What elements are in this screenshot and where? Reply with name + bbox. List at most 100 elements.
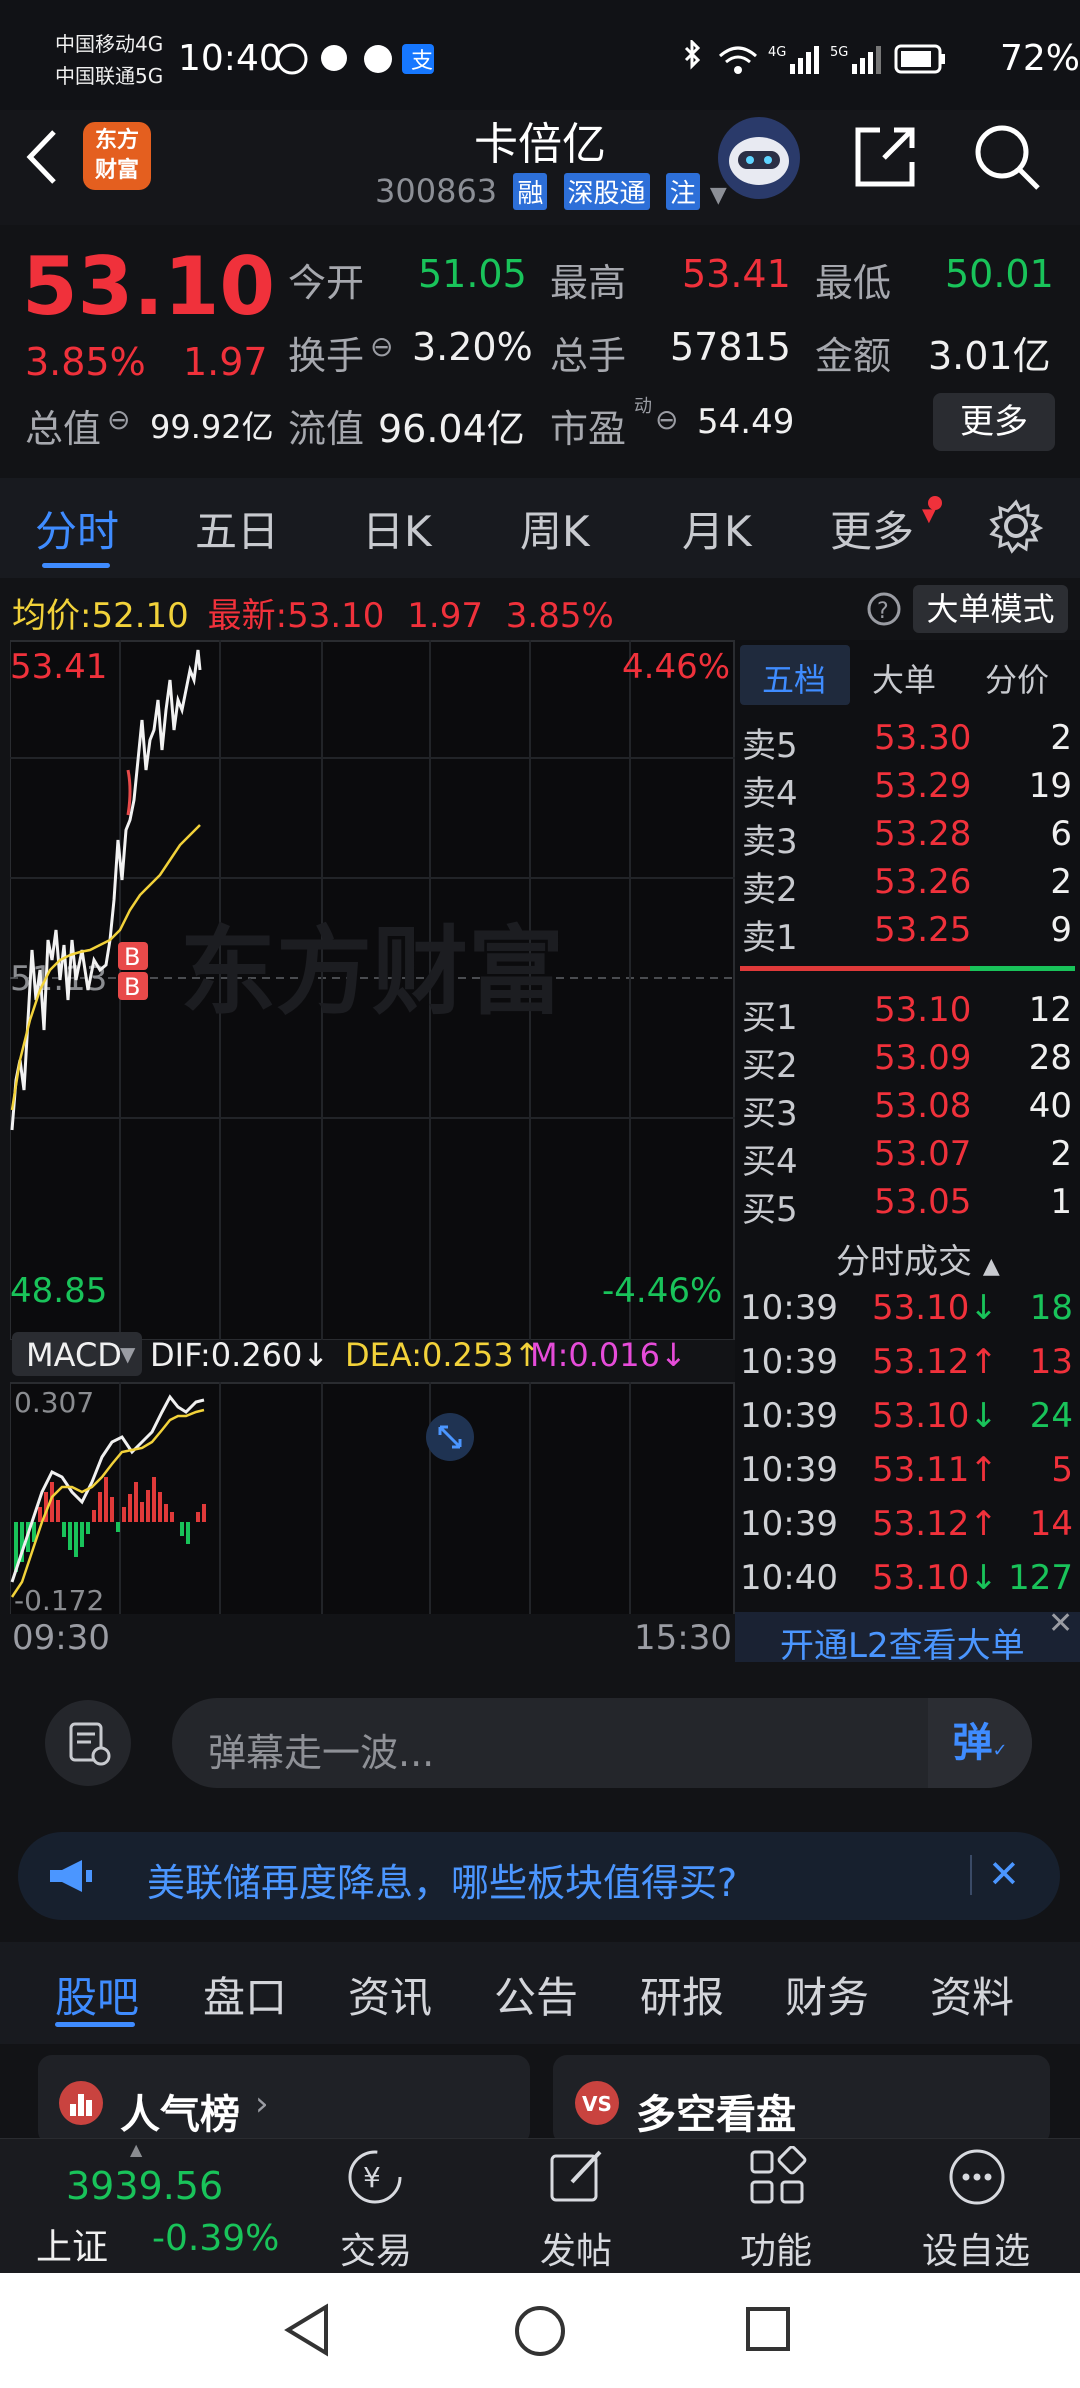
- more-dots-icon[interactable]: [946, 2146, 1008, 2208]
- index-pct[interactable]: -0.39%: [152, 2218, 279, 2259]
- svg-text:¥: ¥: [363, 2161, 381, 2194]
- bid-row: 买4 53.07 2: [742, 1134, 1072, 1182]
- bull-bear-card[interactable]: [553, 2055, 1050, 2145]
- tab-announcements[interactable]: 公告: [494, 1964, 578, 2025]
- settings-gear-icon[interactable]: [988, 498, 1044, 554]
- tab-price-distribution[interactable]: 分价: [985, 655, 1049, 701]
- tag-registration: 注: [665, 173, 700, 210]
- volume-label: 总手: [550, 334, 627, 378]
- info-icon[interactable]: ⊖: [370, 330, 393, 363]
- open-value: 51.05: [418, 252, 527, 296]
- info-icon[interactable]: ⊖: [655, 403, 678, 436]
- tab-news[interactable]: 资讯: [348, 1964, 432, 2025]
- buy-marker-2-label: B: [124, 943, 140, 971]
- macd-name: MACD: [26, 1336, 122, 1374]
- tab-daily-k[interactable]: 日K: [362, 498, 432, 559]
- ask-row: 卖2 53.26 2: [742, 862, 1072, 910]
- trade-row: 10:39 53.12↑ 13: [740, 1342, 1073, 1382]
- home-circle-icon[interactable]: [512, 2303, 568, 2359]
- news-text[interactable]: 美联储再度降息，哪些板块值得买?: [147, 1852, 737, 1907]
- system-nav-bar: [0, 2273, 1080, 2388]
- turnover-value: 3.20%: [412, 325, 533, 369]
- nav-post[interactable]: 发帖: [540, 2222, 612, 2274]
- tab-profile[interactable]: 资料: [930, 1964, 1014, 2025]
- axis-bottom-price: 48.85: [10, 1271, 107, 1311]
- trades-title[interactable]: 分时成交 ▲: [836, 1234, 1000, 1283]
- bull-bear-title[interactable]: 多空看盘: [636, 2082, 796, 2140]
- grid-icon[interactable]: [746, 2146, 808, 2208]
- time-end: 15:30: [634, 1618, 732, 1658]
- tab-pankou[interactable]: 盘口: [203, 1964, 287, 2025]
- time-start: 09:30: [12, 1618, 110, 1658]
- open-label: 今开: [288, 261, 365, 305]
- danmu-settings-icon[interactable]: [45, 1700, 131, 1786]
- chevron-up-icon: ▲: [982, 1254, 1000, 1279]
- popularity-title[interactable]: 人气榜: [120, 2082, 240, 2140]
- latest-pct: 3.85%: [505, 596, 614, 636]
- trade-row: 10:39 53.11↑ 5: [740, 1450, 1073, 1490]
- danmu-placeholder[interactable]: 弹幕走一波...: [208, 1722, 434, 1777]
- latest-label: 最新:: [207, 596, 288, 636]
- recents-square-icon[interactable]: [744, 2305, 794, 2355]
- tab-guba[interactable]: 股吧: [55, 1964, 139, 2025]
- nav-trade[interactable]: 交易: [340, 2222, 412, 2274]
- post-edit-icon[interactable]: [546, 2146, 608, 2208]
- pe-value: 54.49: [697, 402, 795, 442]
- svg-text:5G: 5G: [830, 45, 848, 60]
- tab-finance[interactable]: 财务: [785, 1964, 869, 2025]
- svg-text:4G: 4G: [768, 45, 786, 60]
- bid-row: 买3 53.08 40: [742, 1086, 1072, 1134]
- svg-text:VS: VS: [582, 2092, 612, 2116]
- megaphone-icon: [50, 1860, 92, 1892]
- help-icon[interactable]: ?: [866, 591, 902, 627]
- ask-row: 卖3 53.28 6: [742, 814, 1072, 862]
- more-button[interactable]: 更多: [933, 393, 1055, 451]
- tab-five-day[interactable]: 五日: [195, 498, 279, 559]
- bid-row: 买2 53.09 28: [742, 1038, 1072, 1086]
- tab-big-order[interactable]: 大单: [872, 655, 936, 701]
- danmu-send-button[interactable]: 弹✓: [928, 1698, 1032, 1788]
- share-icon[interactable]: [850, 122, 920, 192]
- tab-underline: [42, 563, 110, 568]
- tab-research[interactable]: 研报: [640, 1964, 724, 2025]
- l2-link[interactable]: 开通L2查看大单: [780, 1618, 1025, 1667]
- search-icon[interactable]: [970, 120, 1044, 194]
- svg-text:?: ?: [877, 599, 889, 624]
- info-icon[interactable]: ⊖: [107, 403, 130, 436]
- watermark: 东方财富: [180, 916, 564, 1028]
- close-icon[interactable]: ✕: [988, 1852, 1020, 1896]
- low-value: 50.01: [945, 252, 1054, 296]
- bid-row: 买1 53.10 12: [742, 990, 1072, 1038]
- close-icon[interactable]: ✕: [1048, 1606, 1073, 1641]
- back-triangle-icon[interactable]: [282, 2303, 332, 2357]
- popularity-card[interactable]: [38, 2055, 530, 2145]
- big-order-mode-button[interactable]: 大单模式: [913, 585, 1068, 633]
- robot-assistant-icon[interactable]: [716, 115, 802, 201]
- index-value[interactable]: 3939.56: [66, 2164, 223, 2208]
- index-name[interactable]: 上证: [36, 2218, 108, 2270]
- avg-value: 52.10: [91, 596, 189, 636]
- mktcap-value: 99.92亿: [150, 408, 274, 446]
- tab-five-level[interactable]: 五档: [762, 655, 826, 701]
- intraday-chart[interactable]: 东方财富 53.41 4.46% 51.13 48.85 -4.46% B B: [10, 640, 735, 1340]
- nav-add-watchlist[interactable]: 设自选: [922, 2222, 1030, 2274]
- trade-icon[interactable]: ¥: [344, 2146, 406, 2208]
- current-price: 53.10: [22, 240, 276, 333]
- nav-functions[interactable]: 功能: [740, 2222, 812, 2274]
- high-value: 53.41: [682, 252, 791, 296]
- tab-intraday[interactable]: 分时: [35, 498, 119, 559]
- chevron-right-icon: ›: [255, 2084, 269, 2124]
- change-percent: 3.85%: [25, 340, 146, 384]
- notification-icons: 支: [276, 43, 434, 75]
- stock-code: 300863: [375, 172, 498, 210]
- macd-m: M:0.016↓: [530, 1336, 687, 1374]
- avg-info: 均价:52.10 最新:53.10 1.97 3.85%: [12, 588, 614, 637]
- tab-monthly-k[interactable]: 月K: [682, 498, 752, 559]
- stock-code-row: 300863 融 深股通 注 ▼: [375, 172, 727, 210]
- turnover-label: 换手: [288, 334, 365, 378]
- tab-weekly-k[interactable]: 周K: [520, 498, 590, 559]
- tab-more[interactable]: 更多: [830, 498, 914, 559]
- ask-row: 卖4 53.29 19: [742, 766, 1072, 814]
- clock: 10:40: [178, 38, 282, 79]
- macd-dif: DIF:0.260↓: [150, 1336, 330, 1374]
